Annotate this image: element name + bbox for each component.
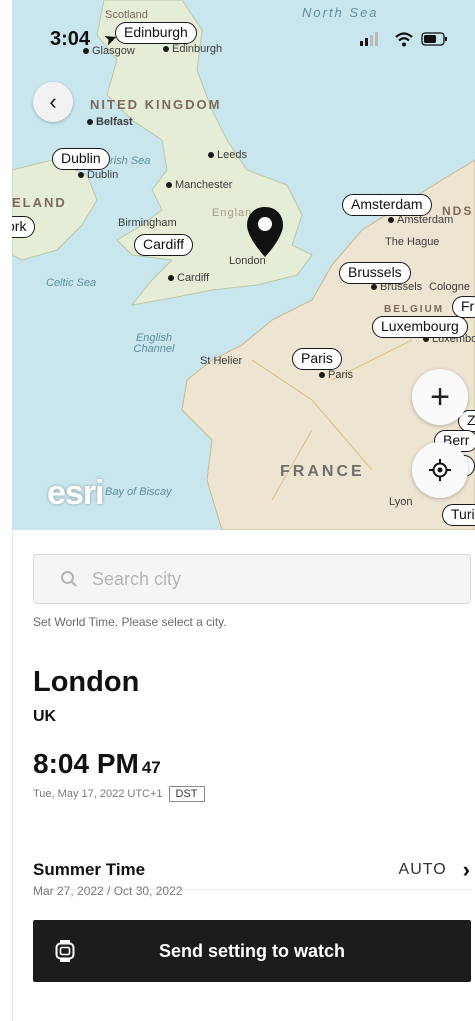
chevron-left-icon: ‹ [49, 89, 57, 114]
search-box[interactable] [33, 554, 471, 604]
place-label-belfast: Belfast [87, 116, 133, 128]
country-name: UK [33, 708, 57, 725]
city-pill-frankfurt[interactable]: Fr [452, 296, 475, 318]
sea-label-biscay: Bay of Biscay [105, 486, 172, 498]
back-button[interactable]: ‹ [33, 82, 73, 122]
summer-time-dates: Mar 27, 2022 / Oct 30, 2022 [33, 884, 183, 898]
wifi-icon [395, 32, 413, 47]
search-icon [61, 571, 77, 587]
city-pill-brussels[interactable]: Brussels [339, 262, 411, 284]
search-input[interactable] [92, 568, 432, 590]
sea-label-north: North Sea [302, 5, 379, 20]
watch-icon [55, 940, 75, 962]
country-label-france: FRANCE [280, 463, 365, 480]
city-pill-paris[interactable]: Paris [292, 348, 342, 370]
city-pill-dublin[interactable]: Dublin [52, 148, 110, 170]
dst-badge: DST [168, 786, 205, 802]
region-label-uk: NITED KINGDOM [90, 97, 222, 112]
time-seconds: 47 [141, 758, 161, 777]
esri-attribution: esri [47, 474, 104, 512]
status-time: 3:04 [50, 28, 91, 50]
sea-label-celtic: Celtic Sea [46, 277, 97, 289]
city-pill-cardiff[interactable]: Cardiff [134, 234, 193, 256]
city-pill-amsterdam[interactable]: Amsterdam [342, 194, 432, 216]
place-label-dublin: Dublin [77, 169, 119, 181]
place-label-manchester: Manchester [165, 179, 233, 191]
summer-time-value: AUTO [398, 860, 447, 878]
locate-button[interactable] [412, 442, 468, 498]
place-label-birmingham: Birmingham [118, 217, 177, 229]
region-label-ireland: ELAND [12, 195, 67, 210]
place-label-the-hague: The Hague [385, 236, 440, 248]
crosshair-locate-icon [429, 459, 451, 481]
send-setting-button[interactable]: Send setting to watch [33, 920, 471, 982]
place-label-paris: Paris [318, 369, 354, 381]
send-setting-label: Send setting to watch [158, 940, 345, 961]
place-label-leeds: Leeds [208, 149, 247, 161]
status-icons [360, 32, 447, 47]
place-label-cardiff: Cardiff [167, 272, 210, 284]
city-name: London [33, 666, 140, 698]
place-label-scotland: Scotland [105, 9, 148, 21]
summer-time-label: Summer Time [33, 859, 146, 879]
city-pill-luxembourg[interactable]: Luxembourg [372, 316, 468, 338]
city-pill-turin[interactable]: Turi [442, 504, 475, 526]
zoom-in-button[interactable]: + [412, 369, 468, 425]
ireland-landmass [12, 159, 98, 261]
place-label-cologne: Cologne [429, 281, 470, 293]
search-hint: Set World Time. Please select a city. [33, 615, 227, 629]
chevron-right-icon: › [462, 856, 471, 882]
summer-time-value-group: AUTO › [399, 857, 471, 883]
city-pill-edinburgh[interactable]: Edinburgh [115, 22, 197, 44]
date-value: Tue, May 17, 2022 UTC+1 [33, 788, 163, 800]
place-label-lyon: Lyon [389, 496, 413, 508]
current-time: 8:04 PM 47 [33, 748, 161, 780]
place-label-st-helier: St Helier [200, 355, 243, 367]
region-label-belgium: BELGIUM [384, 304, 445, 315]
cellular-signal-icon [360, 32, 378, 46]
battery-icon [421, 32, 447, 46]
place-label-edinburgh: Edinburgh [162, 43, 223, 55]
map-view[interactable]: North Sea Irish Sea Celtic Sea English C… [12, 0, 475, 530]
sea-label-channel: English Channel [133, 332, 175, 355]
time-value: 8:04 PM [33, 748, 139, 779]
date-line: Tue, May 17, 2022 UTC+1 DST [33, 786, 205, 802]
sea-label-irish: Irish Sea [107, 155, 151, 167]
place-label-amsterdam: Amsterdam [387, 214, 454, 226]
selected-city-pin-icon [247, 207, 283, 257]
city-detail-panel: Set World Time. Please select a city. Lo… [12, 530, 475, 1021]
